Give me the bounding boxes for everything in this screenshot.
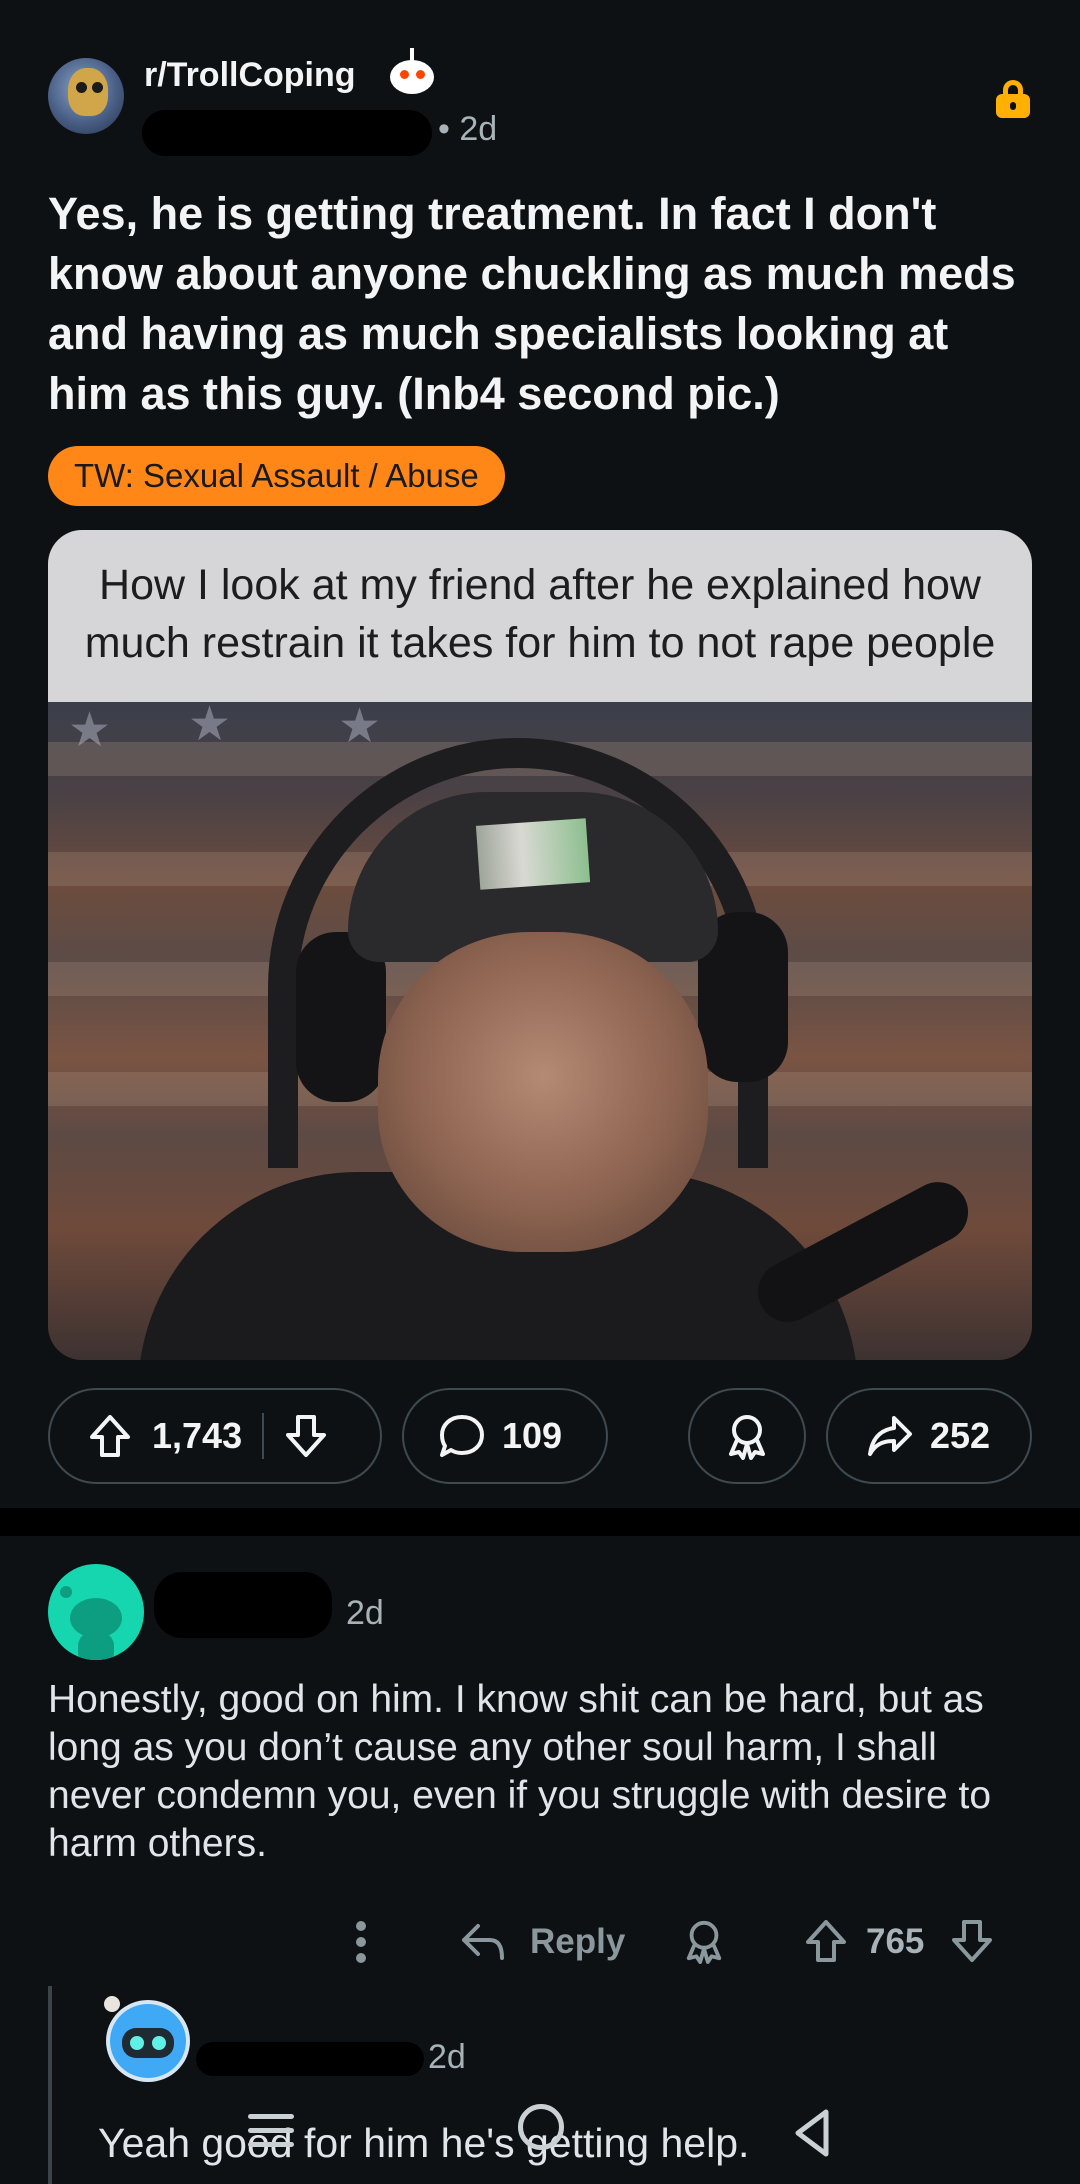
upvote-count: 1,743: [152, 1415, 243, 1456]
share-button[interactable]: 252: [826, 1388, 1032, 1484]
snoo-icon: [384, 48, 440, 100]
post-flair[interactable]: TW: Sexual Assault / Abuse: [48, 446, 505, 506]
home-icon[interactable]: [518, 2104, 564, 2150]
award-icon: [729, 1415, 765, 1460]
post-card: r/TrollCoping • 2d Yes, he is getting tr…: [0, 0, 1080, 1508]
comments-button[interactable]: 109: [402, 1388, 608, 1484]
reply-icon[interactable]: [460, 1922, 506, 1962]
redacted-username: [142, 110, 432, 156]
more-icon[interactable]: [354, 1920, 368, 1964]
share-icon: [868, 1416, 912, 1456]
comment-score: 765: [866, 1922, 925, 1961]
post-timestamp: • 2d: [438, 110, 498, 148]
reply-timestamp: 2d: [428, 2038, 466, 2076]
back-icon[interactable]: [792, 2108, 832, 2158]
upvote-icon[interactable]: [88, 1413, 132, 1459]
downvote-icon[interactable]: [284, 1413, 328, 1459]
award-icon[interactable]: [682, 1918, 726, 1964]
reply-avatar[interactable]: [102, 1996, 192, 2096]
system-nav-bar: [0, 2090, 1080, 2184]
recents-icon[interactable]: [248, 2110, 294, 2150]
subreddit-avatar[interactable]: [48, 58, 124, 134]
post-image[interactable]: How I look at my friend after he explain…: [48, 530, 1032, 1360]
commenter-avatar[interactable]: [48, 1564, 144, 1660]
meme-caption: How I look at my friend after he explain…: [48, 530, 1032, 702]
comment: 2d Honestly, good on him. I know shit ca…: [0, 1536, 1080, 2184]
post-title[interactable]: Yes, he is getting treatment. In fact I …: [48, 184, 1038, 424]
redacted-username: [154, 1572, 332, 1638]
vote-pill: 1,743: [48, 1388, 382, 1484]
comment-timestamp: 2d: [346, 1594, 384, 1632]
comment-action-bar: Reply 765: [0, 1906, 1080, 1974]
comment-icon: [440, 1415, 484, 1457]
redacted-username: [196, 2042, 424, 2076]
downvote-icon[interactable]: [950, 1918, 994, 1964]
section-divider: [0, 1508, 1080, 1536]
comment-count: 109: [502, 1415, 563, 1456]
upvote-icon[interactable]: [804, 1918, 848, 1964]
comment-body: Honestly, good on him. I know shit can b…: [48, 1678, 992, 1865]
meme-photo: ★ ★ ★: [48, 698, 1032, 1360]
reply-button[interactable]: Reply: [530, 1922, 625, 1962]
award-button[interactable]: [688, 1388, 806, 1484]
subreddit-name[interactable]: r/TrollCoping: [144, 56, 356, 95]
lock-icon: [996, 80, 1030, 118]
share-count: 252: [930, 1415, 991, 1456]
post-action-bar: 1,743 109 252: [0, 1388, 1080, 1486]
